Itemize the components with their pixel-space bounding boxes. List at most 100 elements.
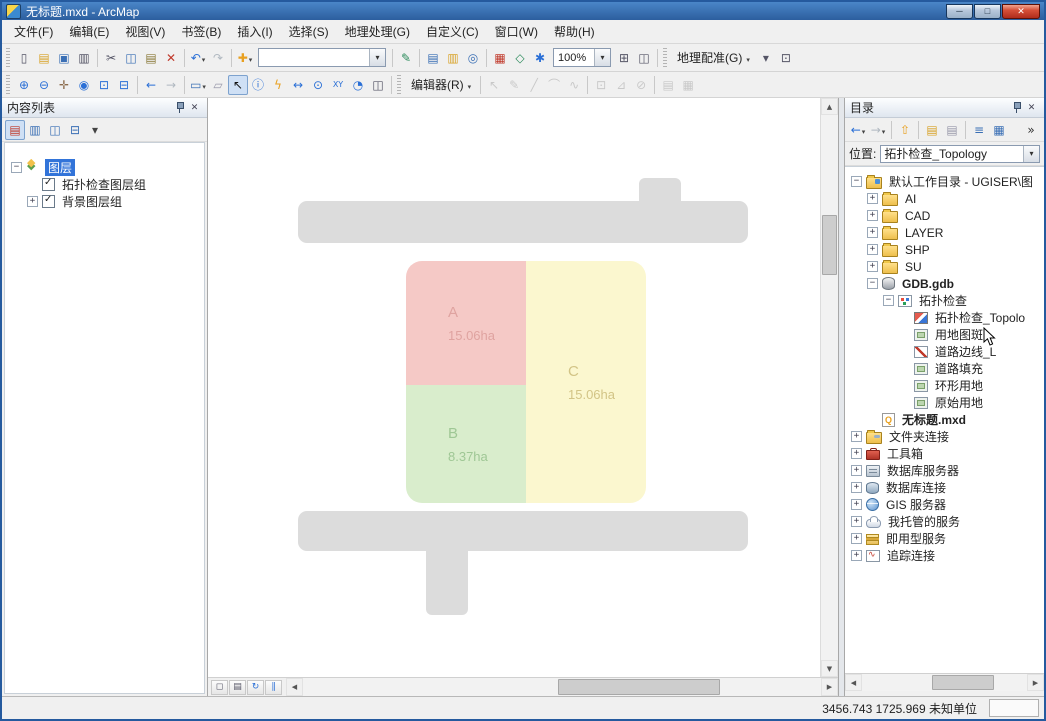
catalog-tree-item[interactable]: 无标题.mxd: [845, 411, 1044, 428]
parcel-a[interactable]: A 15.06ha: [406, 261, 526, 385]
catalog-tree-item[interactable]: 拓扑检查_Topolo: [845, 309, 1044, 326]
catalog-tree-item[interactable]: − GDB.gdb: [845, 275, 1044, 292]
list-by-visibility-icon[interactable]: ◫: [45, 120, 65, 140]
save-icon[interactable]: ▣: [54, 48, 74, 68]
toolbar-grip[interactable]: [397, 74, 401, 95]
paste-icon[interactable]: ▤: [141, 48, 161, 68]
layout-view-button[interactable]: ▤: [229, 679, 246, 695]
sketch-properties-icon[interactable]: ▦: [678, 75, 698, 95]
expand-plus-icon[interactable]: +: [851, 448, 862, 459]
menu-selection[interactable]: 选择(S): [281, 21, 337, 42]
catalog-tree-item[interactable]: + 即用型服务: [845, 530, 1044, 547]
menu-view[interactable]: 视图(V): [117, 21, 173, 42]
layer-checkbox[interactable]: [42, 177, 55, 191]
scroll-left-icon[interactable]: [286, 678, 303, 696]
expand-plus-icon[interactable]: +: [867, 261, 878, 272]
parcel-b[interactable]: B 8.37ha: [406, 385, 526, 503]
georeferencing-tools-icon[interactable]: ⊡: [776, 48, 796, 68]
catalog-tree-item[interactable]: + SU: [845, 258, 1044, 275]
viewer-window-icon[interactable]: ◫: [634, 48, 654, 68]
measure-icon[interactable]: ↔: [288, 75, 308, 95]
scroll-down-icon[interactable]: [821, 660, 838, 677]
delete-icon[interactable]: ✕: [161, 48, 181, 68]
go-to-xy-icon[interactable]: XY: [328, 75, 348, 95]
title-bar[interactable]: 无标题.mxd - ArcMap ─ □ ✕: [2, 2, 1044, 20]
dropdown-arrow-icon[interactable]: [369, 49, 385, 66]
toolbar-grip[interactable]: [6, 47, 10, 68]
zoom-percent-combo[interactable]: 100%: [553, 48, 611, 67]
georeferencing-menu[interactable]: 地理配准(G): [671, 48, 756, 68]
new-document-icon[interactable]: ▯: [14, 48, 34, 68]
catalog-tree-item[interactable]: 道路边线_L: [845, 343, 1044, 360]
reshape-feature-icon[interactable]: ⊿: [611, 75, 631, 95]
contents-view-icon[interactable]: ≡: [969, 120, 989, 140]
map-scale-combo[interactable]: [258, 48, 386, 67]
editor-toolbar-icon[interactable]: ✎: [396, 48, 416, 68]
catalog-tree-item[interactable]: + SHP: [845, 241, 1044, 258]
thumbnails-view-icon[interactable]: ▦: [989, 120, 1009, 140]
undo-icon[interactable]: ↶: [188, 48, 208, 68]
scrollbar-thumb[interactable]: [932, 675, 994, 690]
close-panel-icon[interactable]: ✕: [187, 101, 202, 115]
catalog-tree-item[interactable]: + AI: [845, 190, 1044, 207]
collapse-minus-icon[interactable]: −: [851, 176, 862, 187]
menu-insert[interactable]: 插入(I): [229, 21, 280, 42]
close-panel-icon[interactable]: ✕: [1024, 101, 1039, 115]
menu-customize[interactable]: 自定义(C): [418, 21, 487, 42]
expand-plus-icon[interactable]: +: [851, 431, 862, 442]
fixed-zoom-in-icon[interactable]: ⊡: [94, 75, 114, 95]
dropdown-arrow-icon[interactable]: [594, 49, 610, 66]
edit-annotation-icon[interactable]: ✎: [504, 75, 524, 95]
pause-drawing-button[interactable]: ∥: [265, 679, 282, 695]
toc-tree-item[interactable]: + 背景图层组: [5, 193, 204, 210]
up-one-level-icon[interactable]: ⇧: [895, 120, 915, 140]
fixed-zoom-out-icon[interactable]: ⊟: [114, 75, 134, 95]
minimize-button[interactable]: ─: [946, 3, 973, 19]
toc-tree-item[interactable]: − 图层: [5, 159, 204, 176]
full-extent-icon[interactable]: ◉: [74, 75, 94, 95]
pin-icon[interactable]: [172, 101, 187, 115]
hyperlink-icon[interactable]: ϟ: [268, 75, 288, 95]
disconnect-folder-icon[interactable]: ▤: [942, 120, 962, 140]
forward-arrow-icon[interactable]: →: [868, 120, 888, 140]
catalog-tree-item[interactable]: + GIS 服务器: [845, 496, 1044, 513]
catalog-tree-item[interactable]: + CAD: [845, 207, 1044, 224]
go-forward-extent-icon[interactable]: →: [161, 75, 181, 95]
html-popup-icon[interactable]: ◫: [368, 75, 388, 95]
catalog-tree-item[interactable]: 用地图斑: [845, 326, 1044, 343]
copy-icon[interactable]: ◫: [121, 48, 141, 68]
zoom-out-icon[interactable]: ⊖: [34, 75, 54, 95]
attributes-icon[interactable]: ▤: [658, 75, 678, 95]
scroll-up-icon[interactable]: [821, 98, 838, 115]
time-slider-icon[interactable]: ◔: [348, 75, 368, 95]
open-folder-icon[interactable]: ▤: [34, 48, 54, 68]
layer-checkbox[interactable]: [42, 194, 55, 208]
catalog-tree-item[interactable]: + 数据库连接: [845, 479, 1044, 496]
find-icon[interactable]: ⊙: [308, 75, 328, 95]
edit-tool-icon[interactable]: ↖: [484, 75, 504, 95]
collapse-minus-icon[interactable]: −: [867, 278, 878, 289]
straight-segment-icon[interactable]: ╱: [524, 75, 544, 95]
clear-selection-icon[interactable]: ▱: [208, 75, 228, 95]
menu-windows[interactable]: 窗口(W): [487, 21, 546, 42]
trace-tool-icon[interactable]: ∿: [564, 75, 584, 95]
collapse-minus-icon[interactable]: −: [11, 162, 22, 173]
georeferencing-layer-icon[interactable]: ▾: [756, 48, 776, 68]
expand-plus-icon[interactable]: +: [867, 244, 878, 255]
catalog-window-icon[interactable]: ▥: [443, 48, 463, 68]
catalog-tree-item[interactable]: + 工具箱: [845, 445, 1044, 462]
catalog-tree-item[interactable]: + 追踪连接: [845, 547, 1044, 564]
expand-plus-icon[interactable]: +: [867, 227, 878, 238]
location-combo[interactable]: 拓扑检查_Topology: [880, 144, 1040, 163]
expand-plus-icon[interactable]: +: [867, 210, 878, 221]
expand-plus-icon[interactable]: +: [27, 196, 38, 207]
close-button[interactable]: ✕: [1002, 3, 1040, 19]
scroll-right-icon[interactable]: [821, 678, 838, 696]
data-view-button[interactable]: ◻: [211, 679, 228, 695]
catalog-tree-item[interactable]: − 拓扑检查: [845, 292, 1044, 309]
catalog-horizontal-scrollbar[interactable]: [845, 673, 1044, 691]
scrollbar-thumb[interactable]: [822, 215, 837, 275]
catalog-tree-item[interactable]: − 默认工作目录 - UGISER\图: [845, 173, 1044, 190]
arctoolbox-icon[interactable]: ▦: [490, 48, 510, 68]
catalog-tree-item[interactable]: + 数据库服务器: [845, 462, 1044, 479]
